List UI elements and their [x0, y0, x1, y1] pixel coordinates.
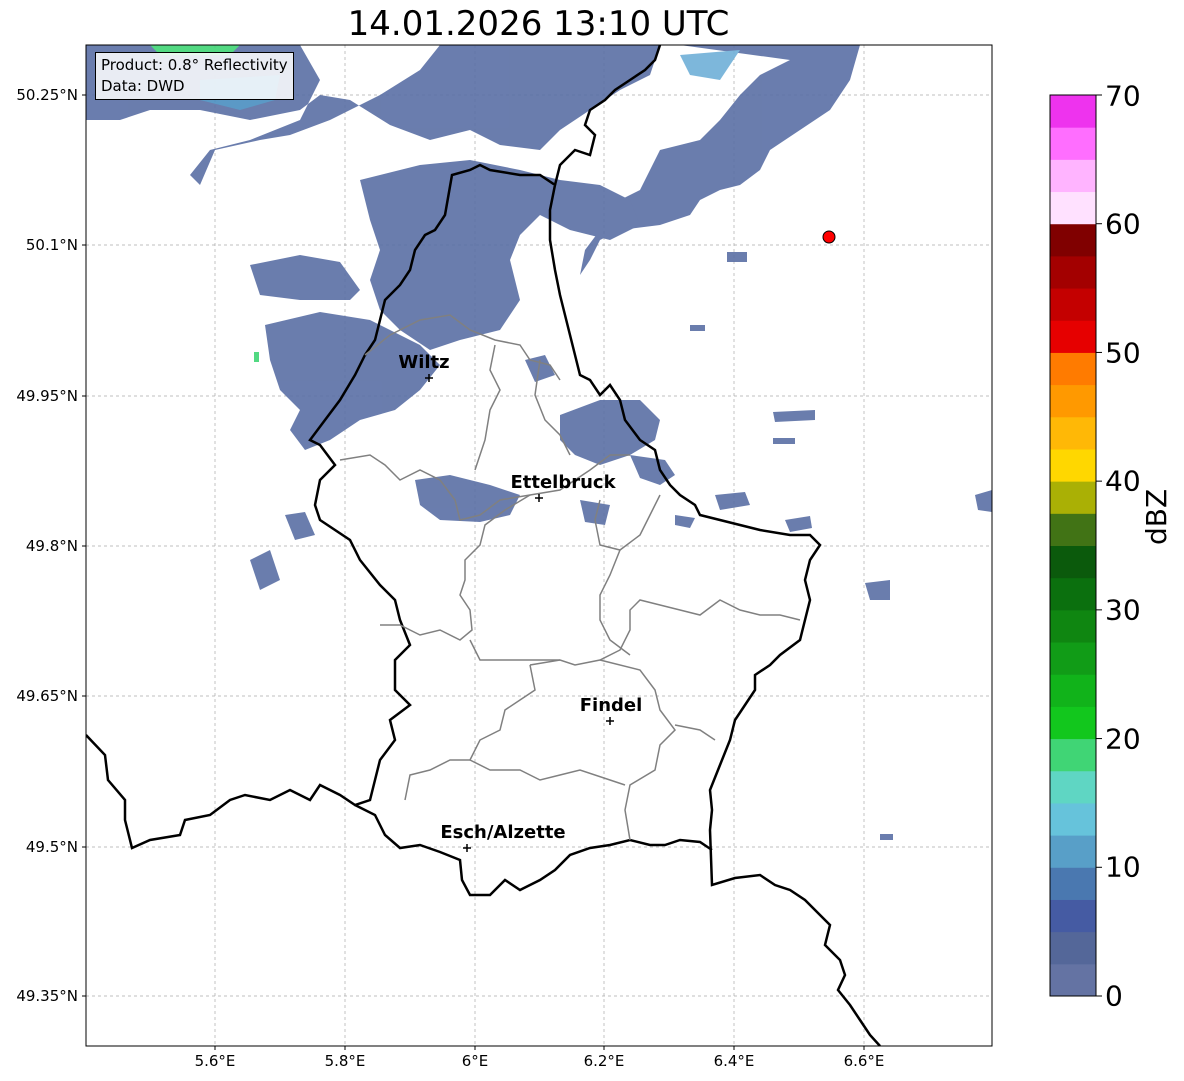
colorbar-tick-label: 20 — [1105, 722, 1141, 756]
colorbar-segment — [1050, 609, 1096, 643]
colorbar-segment — [1050, 770, 1096, 804]
colorbar-segment — [1050, 320, 1096, 353]
colorbar-tick-label: 30 — [1105, 593, 1141, 627]
data-source-label: Data: DWD — [101, 77, 185, 95]
lat-label: 49.65°N — [16, 687, 78, 705]
colorbar-segment — [1050, 416, 1096, 450]
info-box: Product: 0.8° Reflectivity Data: DWD — [95, 52, 294, 100]
city-label-findel: Findel — [579, 695, 643, 716]
colorbar-segment — [1050, 255, 1096, 289]
city-label-esch-alzette: Esch/Alzette — [440, 822, 566, 843]
colorbar-tick-label: 0 — [1105, 979, 1123, 1013]
colorbar-segment — [1050, 223, 1096, 257]
radar-echoes — [86, 45, 992, 840]
colorbar-tick-label: 10 — [1105, 850, 1141, 884]
colorbar-segment — [1050, 481, 1096, 514]
colorbar-label: dBZ — [1140, 488, 1173, 545]
colorbar-tick-label: 50 — [1105, 336, 1141, 370]
colorbar-segment — [1050, 95, 1096, 128]
border-south — [354, 803, 713, 897]
lat-label: 49.35°N — [16, 987, 78, 1005]
lat-label: 50.25°N — [16, 86, 78, 104]
colorbar-segment — [1050, 545, 1096, 579]
colorbar-segment — [1050, 191, 1096, 225]
city-marker-ettelbruck — [535, 494, 543, 502]
colorbar-tick-label: 60 — [1105, 207, 1141, 241]
colorbar-segment — [1050, 127, 1096, 160]
colorbar-segment — [1050, 738, 1096, 772]
radar-station-marker — [822, 230, 836, 244]
lon-label: 5.8°E — [324, 1052, 366, 1070]
colorbar-segment — [1050, 288, 1096, 321]
colorbar-segment — [1050, 802, 1096, 836]
city-label-ettelbruck: Ettelbruck — [510, 472, 616, 493]
colorbar — [1050, 94, 1102, 997]
lon-label: 6.2°E — [583, 1052, 625, 1070]
colorbar-segment — [1050, 931, 1096, 965]
lon-label: 6.6°E — [843, 1052, 885, 1070]
city-marker-findel — [606, 717, 614, 725]
product-label: Product: 0.8° Reflectivity — [101, 56, 288, 74]
colorbar-segment — [1050, 706, 1096, 740]
colorbar-segment — [1050, 963, 1096, 997]
lat-label: 49.5°N — [25, 838, 78, 856]
lon-label: 6°E — [461, 1052, 489, 1070]
colorbar-segment — [1050, 867, 1096, 900]
colorbar-segment — [1050, 448, 1096, 482]
colorbar-segment — [1050, 384, 1096, 418]
city-label-wiltz: Wiltz — [398, 352, 450, 373]
lat-label: 49.8°N — [25, 537, 78, 555]
colorbar-segment — [1050, 159, 1096, 193]
colorbar-segment — [1050, 513, 1096, 546]
lon-label: 5.6°E — [194, 1052, 236, 1070]
colorbar-segment — [1050, 835, 1096, 868]
lon-label: 6.4°E — [713, 1052, 755, 1070]
colorbar-tick-label: 70 — [1105, 79, 1141, 113]
lat-label: 49.95°N — [16, 387, 78, 405]
colorbar-segment — [1050, 352, 1096, 386]
radar-map — [82, 44, 1102, 1050]
colorbar-segment — [1050, 642, 1096, 675]
city-marker-esch — [463, 844, 471, 852]
colorbar-segment — [1050, 899, 1096, 933]
colorbar-segment — [1050, 674, 1096, 707]
lat-label: 50.1°N — [25, 236, 78, 254]
colorbar-segment — [1050, 577, 1096, 611]
colorbar-tick-label: 40 — [1105, 464, 1141, 498]
